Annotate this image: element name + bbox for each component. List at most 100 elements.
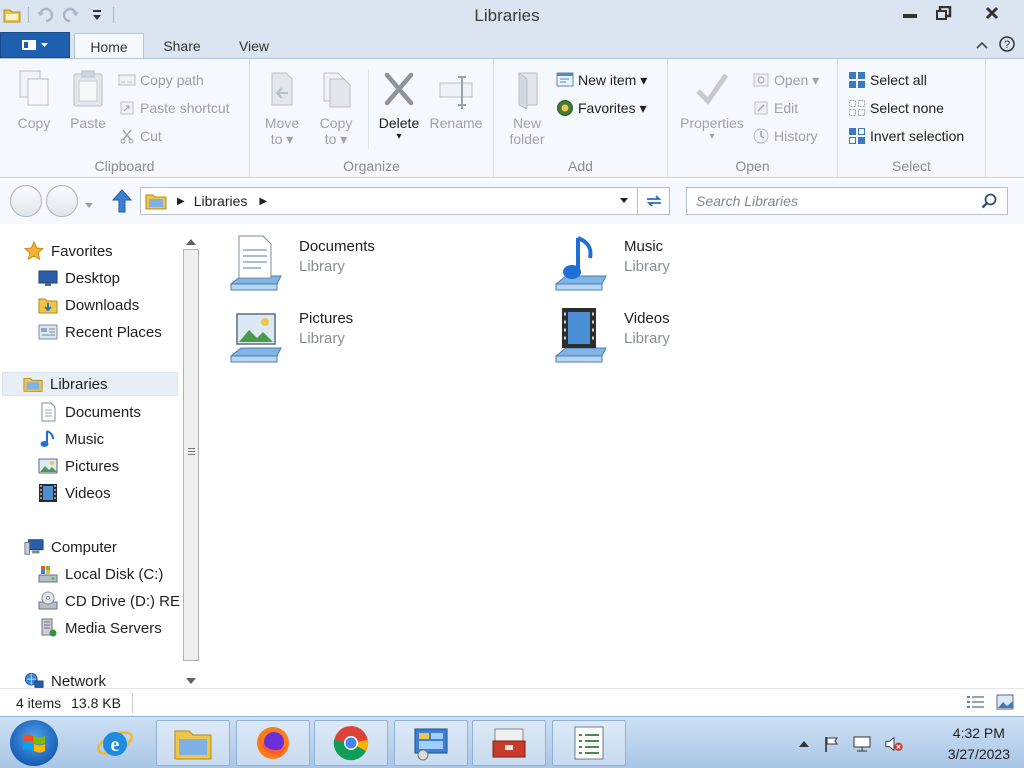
- tab-view[interactable]: View: [222, 33, 286, 59]
- nav-item-local-disk[interactable]: Local Disk (C:): [38, 562, 163, 586]
- minimize-ribbon-icon[interactable]: [975, 38, 989, 54]
- clock-time: 4:32 PM: [952, 725, 1005, 741]
- taskbar-notepad[interactable]: [552, 720, 626, 766]
- nav-item-downloads[interactable]: Downloads: [38, 293, 139, 317]
- up-arrow-icon[interactable]: [110, 188, 134, 217]
- new-folder-button[interactable]: New folder: [504, 67, 550, 147]
- tab-share[interactable]: Share: [150, 33, 214, 59]
- breadcrumb-separator[interactable]: ▶: [259, 196, 267, 207]
- select-group-label: Select: [892, 158, 931, 174]
- cut-button[interactable]: Cut: [118, 125, 162, 147]
- details-view-icon[interactable]: [966, 694, 986, 713]
- open-button[interactable]: Open ▾: [752, 69, 819, 91]
- delete-button[interactable]: Delete ▾: [374, 67, 424, 143]
- taskbar-control-panel[interactable]: [394, 720, 468, 766]
- rename-label: Rename: [429, 115, 483, 131]
- back-button[interactable]: [10, 185, 42, 217]
- close-button[interactable]: [972, 0, 1012, 26]
- refresh-button[interactable]: [638, 187, 670, 215]
- copy-to-button[interactable]: Copy to ▾: [314, 67, 358, 147]
- tab-home[interactable]: Home: [74, 33, 144, 59]
- nav-item-media-servers[interactable]: Media Servers: [38, 616, 162, 640]
- nav-item-documents[interactable]: Documents: [38, 400, 141, 424]
- music-note-icon: [38, 429, 58, 449]
- recent-places-icon: [38, 322, 58, 342]
- search-box[interactable]: [686, 187, 1008, 215]
- history-button[interactable]: History: [752, 125, 818, 147]
- help-icon[interactable]: ?: [998, 35, 1016, 56]
- clipboard-group: Copy Paste Copy path Paste shortcut Cut …: [0, 59, 250, 178]
- address-dropdown-icon[interactable]: [619, 197, 629, 205]
- nav-item-recent-places[interactable]: Recent Places: [38, 320, 162, 344]
- nav-item-libraries[interactable]: Libraries: [2, 372, 178, 396]
- library-documents[interactable]: Documents Library: [225, 232, 375, 296]
- scroll-thumb[interactable]: [183, 249, 199, 661]
- search-icon[interactable]: [981, 193, 997, 209]
- svg-text:?: ?: [1004, 39, 1010, 51]
- edit-button[interactable]: Edit: [752, 97, 798, 119]
- nav-item-videos[interactable]: Videos: [38, 481, 111, 505]
- nav-label: Desktop: [65, 269, 121, 287]
- show-hidden-icons[interactable]: [794, 735, 814, 753]
- nav-scrollbar[interactable]: [180, 224, 202, 688]
- maximize-button[interactable]: [924, 0, 964, 26]
- delete-label: Delete: [378, 115, 420, 131]
- delete-dropdown-arrow: ▾: [396, 131, 402, 142]
- breadcrumb-libraries[interactable]: Libraries: [194, 193, 248, 209]
- checkmark-icon: [692, 67, 732, 111]
- open-icon: [752, 71, 770, 89]
- library-name: Music: [624, 238, 664, 255]
- nav-item-network[interactable]: Network: [24, 669, 106, 688]
- library-videos[interactable]: Videos Library: [550, 304, 670, 368]
- properties-button[interactable]: Properties ▾: [674, 67, 750, 143]
- copy-button[interactable]: Copy: [12, 67, 56, 131]
- easy-access-button[interactable]: Favorites ▾: [556, 97, 647, 119]
- recent-locations-icon[interactable]: [84, 197, 94, 213]
- rename-button[interactable]: Rename: [428, 67, 484, 131]
- favorites-label: Favorites ▾: [578, 99, 647, 116]
- system-clock[interactable]: 4:32 PM 3/27/2023: [948, 723, 1010, 765]
- library-type: Library: [299, 330, 345, 347]
- nav-item-favorites[interactable]: Favorites: [24, 239, 113, 263]
- address-bar[interactable]: ▶ Libraries ▶: [140, 187, 638, 215]
- taskbar-firefox[interactable]: [236, 720, 310, 766]
- close-icon: [985, 6, 999, 20]
- taskbar-file-explorer[interactable]: [156, 720, 230, 766]
- invert-selection-icon: [848, 127, 866, 145]
- clipboard-group-label: Clipboard: [94, 158, 155, 174]
- breadcrumb-separator[interactable]: ▶: [177, 196, 185, 207]
- start-button[interactable]: [10, 720, 58, 766]
- new-item-button[interactable]: New item ▾: [556, 69, 647, 91]
- paste-button[interactable]: Paste: [66, 67, 110, 131]
- scroll-up-arrow[interactable]: [185, 233, 197, 249]
- new-item-label: New item ▾: [578, 71, 648, 88]
- network-tray-icon[interactable]: [852, 735, 872, 753]
- nav-item-music[interactable]: Music: [38, 427, 104, 451]
- move-to-button[interactable]: Move to ▾: [260, 67, 304, 147]
- scroll-down-arrow[interactable]: [185, 672, 197, 688]
- taskbar-chrome[interactable]: [314, 720, 388, 766]
- nav-item-desktop[interactable]: Desktop: [38, 266, 120, 290]
- paste-shortcut-label: Paste shortcut: [140, 100, 230, 116]
- invert-selection-button[interactable]: Invert selection: [848, 125, 964, 147]
- taskbar-internet-explorer[interactable]: e: [78, 720, 152, 766]
- select-none-button[interactable]: Select none: [848, 97, 944, 119]
- nav-item-computer[interactable]: Computer: [24, 535, 117, 559]
- volume-muted-icon[interactable]: [884, 735, 904, 753]
- library-name: Documents: [299, 238, 375, 255]
- library-music[interactable]: Music Library: [550, 232, 670, 296]
- search-input[interactable]: [687, 193, 967, 209]
- paste-shortcut-button[interactable]: Paste shortcut: [118, 97, 230, 119]
- copy-to-icon: [316, 67, 356, 111]
- nav-item-pictures[interactable]: Pictures: [38, 454, 119, 478]
- nav-item-cd-drive[interactable]: CD Drive (D:) RED: [38, 589, 180, 613]
- action-center-flag-icon[interactable]: [822, 735, 842, 753]
- large-icons-view-icon[interactable]: [996, 694, 1014, 713]
- file-menu-button[interactable]: [0, 32, 70, 58]
- select-all-button[interactable]: Select all: [848, 69, 927, 91]
- copy-path-button[interactable]: Copy path: [118, 69, 204, 91]
- taskbar-toolbox[interactable]: [472, 720, 546, 766]
- library-pictures[interactable]: Pictures Library: [225, 304, 353, 368]
- invert-selection-label: Invert selection: [870, 128, 965, 144]
- forward-button[interactable]: [46, 185, 78, 217]
